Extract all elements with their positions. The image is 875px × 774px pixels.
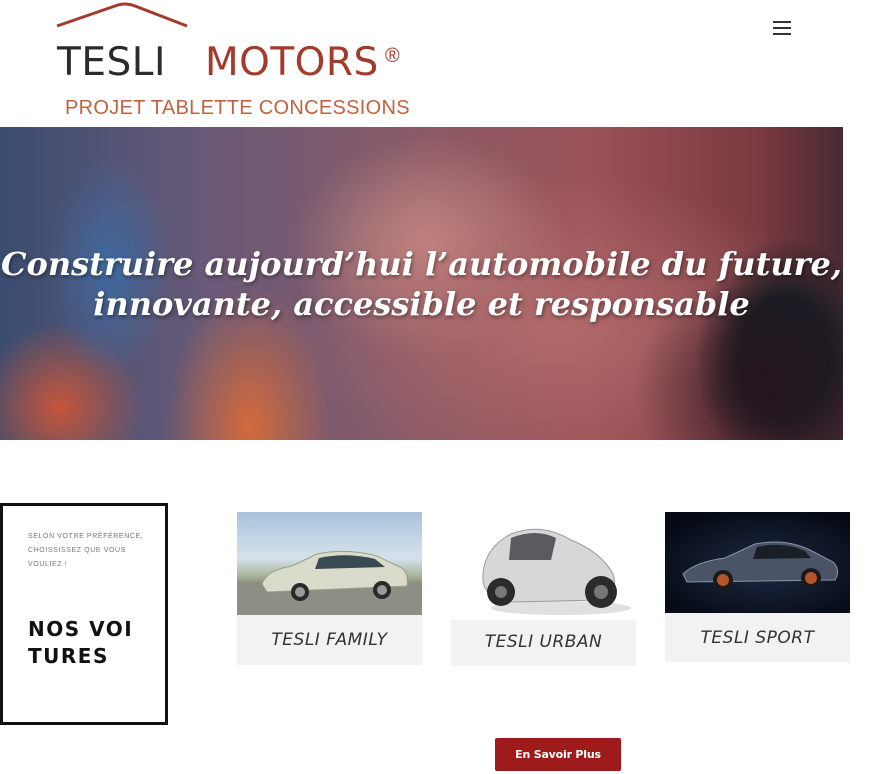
car-name-urban: TESLI URBAN [484,632,603,652]
nos-voitures-box: SELON VOTRE PRÉFÉRENCE, CHOISSISSEZ QUE … [0,503,168,725]
sports-car-icon [682,541,839,590]
car-card-tesli-family[interactable]: TESLI FAMILY [237,512,422,665]
tesli-family-car-image [237,512,422,615]
tesli-urban-car-image [451,512,636,620]
menu-bar [773,21,791,23]
cars-section-title: NOS VOITURES [28,617,134,668]
logo-roof-icon [56,2,188,28]
hero-banner: Construire aujourd’hui l’automobile du f… [0,127,843,440]
hero-tagline-line-1: Construire aujourd’hui l’automobile du f… [1,245,842,283]
menu-bar [773,33,791,35]
hamburger-menu-icon[interactable] [770,17,794,39]
cars-intro-text: SELON VOTRE PRÉFÉRENCE, CHOISSISSEZ QUE … [28,533,144,568]
car-name-family: TESLI FAMILY [271,630,388,650]
sedan-car-icon [237,550,422,615]
logo-word-motors: MOTORS [205,40,379,85]
logo-subtitle: PROJET TABLETTE CONCESSIONS [65,97,410,119]
car-card-tesli-sport[interactable]: TESLI SPORT [665,512,850,662]
car-card-tesli-urban[interactable]: TESLI URBAN [451,512,636,666]
tesli-sport-car-image [665,512,850,613]
menu-bar [773,27,791,29]
logo-registered-mark: ® [385,45,400,67]
logo-word-tesli: TESLI [57,40,166,85]
tesli-motors-logo[interactable]: TESLI MOTORS ® PROJET TABLETTE CONCESSIO… [55,0,435,125]
urban-pod-car-icon [482,528,631,615]
car-name-sport: TESLI SPORT [700,628,815,648]
hero-tagline-line-2: innovante, accessible et responsable [93,285,750,323]
en-savoir-plus-button[interactable]: En Savoir Plus [495,738,621,771]
